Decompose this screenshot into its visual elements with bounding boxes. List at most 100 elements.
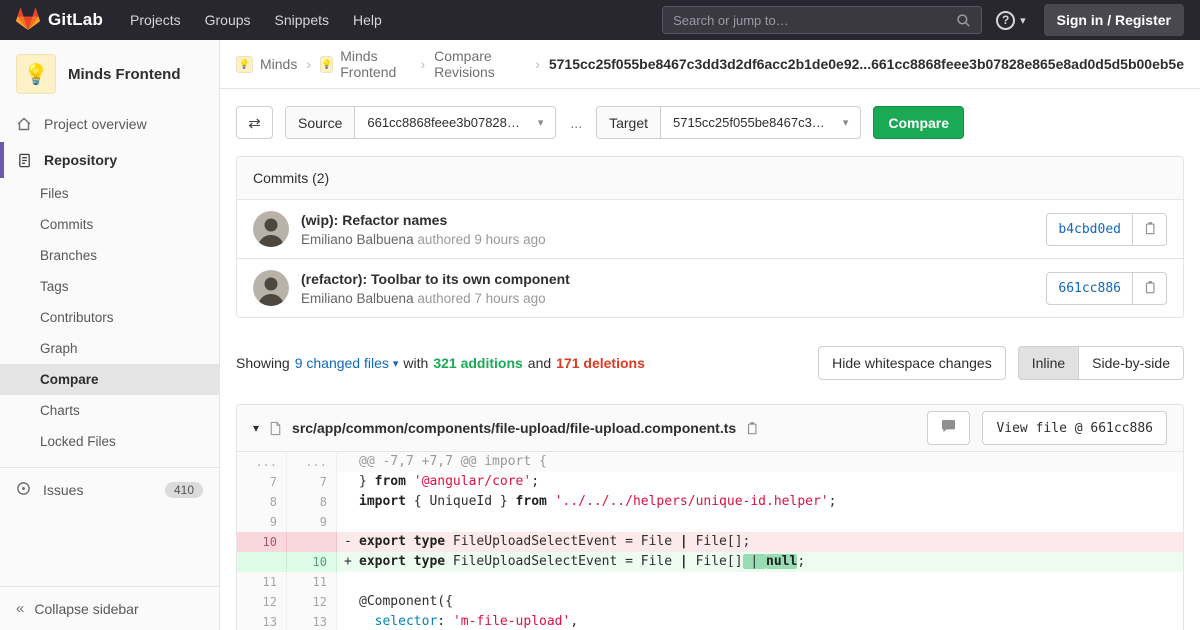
tanuki-icon — [16, 7, 40, 34]
sidebar-item-contributors[interactable]: Contributors — [0, 302, 219, 333]
changed-files-dropdown[interactable]: 9 changed files ▾ — [295, 355, 399, 371]
breadcrumb-project[interactable]: 💡 Minds Frontend — [320, 48, 411, 80]
target-ref-dropdown[interactable]: Target 5715cc25f055be8467c3… ▾ — [596, 106, 862, 139]
commits-panel-title: Commits (2) — [237, 157, 1183, 200]
comment-button[interactable] — [927, 411, 971, 445]
new-line-number[interactable]: 13 — [287, 612, 337, 630]
commit-authored-ago: authored 9 hours ago — [417, 231, 546, 247]
breadcrumb-section[interactable]: Compare Revisions — [434, 48, 526, 80]
new-line-number[interactable]: 9 — [287, 512, 337, 532]
collapse-label: Collapse sidebar — [34, 600, 139, 617]
inline-mode-button[interactable]: Inline — [1017, 346, 1080, 380]
old-line-number[interactable]: 12 — [237, 592, 287, 612]
commit-author-link[interactable]: Emiliano Balbuena — [301, 291, 414, 306]
source-label: Source — [286, 107, 356, 138]
new-line-number[interactable]: 7 — [287, 472, 337, 492]
project-crumb-avatar: 💡 — [320, 55, 334, 73]
copy-sha-button[interactable] — [1133, 271, 1167, 305]
sidebar-item-label: Repository — [44, 152, 118, 168]
diff-line-code: @@ -7,7 +7,7 @@ import { — [337, 452, 1183, 472]
commits-panel: Commits (2) (wip): Refactor names Emilian… — [236, 156, 1184, 318]
sidebar-item-locked-files[interactable]: Locked Files — [0, 426, 219, 457]
clipboard-icon — [1143, 280, 1157, 297]
sidebar-item-project-overview[interactable]: Project overview — [0, 106, 219, 142]
search-input[interactable] — [673, 12, 957, 28]
new-line-number[interactable]: ... — [287, 452, 337, 472]
new-line-number[interactable]: 8 — [287, 492, 337, 512]
commit-author-avatar[interactable] — [253, 211, 289, 247]
sidebar-item-tags[interactable]: Tags — [0, 271, 219, 302]
nav-item-snippets[interactable]: Snippets — [264, 6, 340, 34]
old-line-number[interactable]: 13 — [237, 612, 287, 630]
diff-line: 10 + export type FileUploadSelectEvent = F… — [237, 552, 1183, 572]
diff-line-code — [337, 512, 1183, 532]
compare-revisions-form: ⇄ Source 661cc8868feee3b07828… ▾ ... Tar… — [236, 106, 1184, 139]
new-line-number[interactable]: 11 — [287, 572, 337, 592]
swap-icon: ⇄ — [248, 114, 261, 132]
commit-sha-button[interactable]: 661cc886 — [1046, 271, 1133, 305]
deletions-count: 171 deletions — [556, 355, 645, 371]
help-dropdown[interactable]: ? ▾ — [996, 10, 1026, 30]
sidebar-item-compare[interactable]: Compare — [0, 364, 219, 395]
old-line-number[interactable]: 10 — [237, 532, 287, 552]
sidebar-item-commits[interactable]: Commits — [0, 209, 219, 240]
sidebar-item-branches[interactable]: Branches — [0, 240, 219, 271]
hide-whitespace-button[interactable]: Hide whitespace changes — [818, 346, 1006, 380]
sidebar-item-label: Issues — [43, 482, 84, 498]
breadcrumb-group[interactable]: 💡 Minds — [236, 55, 297, 73]
diff-file-path[interactable]: src/app/common/components/file-upload/fi… — [292, 420, 736, 436]
additions-count: 321 additions — [433, 355, 523, 371]
new-line-number[interactable] — [287, 532, 337, 552]
sidebar-item-graph[interactable]: Graph — [0, 333, 219, 364]
old-line-number[interactable] — [237, 552, 287, 572]
old-line-number[interactable]: ... — [237, 452, 287, 472]
commit-info: (refactor): Toolbar to its own component… — [301, 271, 570, 306]
diff-file-actions: View file @ 661cc886 — [927, 411, 1167, 445]
breadcrumb-separator: › — [535, 56, 540, 72]
source-ref-dropdown[interactable]: Source 661cc8868feee3b07828… ▾ — [285, 106, 557, 139]
breadcrumb-project-label: Minds Frontend — [340, 48, 397, 80]
nav-item-groups[interactable]: Groups — [194, 6, 262, 34]
nav-item-projects[interactable]: Projects — [119, 6, 192, 34]
commit-author-avatar[interactable] — [253, 270, 289, 306]
new-line-number[interactable]: 10 — [287, 552, 337, 572]
commit-sha-group: 661cc886 — [1046, 271, 1167, 305]
commit-meta: Emiliano Balbuena authored 9 hours ago — [301, 232, 546, 247]
diff-summary-bar: Showing 9 changed files ▾ with 321 addit… — [236, 346, 1184, 380]
commit-author-link[interactable]: Emiliano Balbuena — [301, 232, 414, 247]
side-by-side-mode-button[interactable]: Side-by-side — [1079, 346, 1184, 380]
breadcrumb-section-label: Compare Revisions — [434, 48, 495, 80]
commit-title-link[interactable]: (refactor): Toolbar to its own component — [301, 271, 570, 287]
sign-in-button[interactable]: Sign in / Register — [1043, 4, 1184, 36]
chevron-down-icon: ▾ — [842, 117, 849, 129]
old-line-number[interactable]: 7 — [237, 472, 287, 492]
new-line-number[interactable]: 12 — [287, 592, 337, 612]
collapse-diff-icon[interactable]: ▾ — [253, 421, 259, 435]
view-file-button[interactable]: View file @ 661cc886 — [982, 411, 1167, 445]
compare-button[interactable]: Compare — [873, 106, 965, 139]
commit-sha-button[interactable]: b4cbd0ed — [1046, 212, 1133, 246]
sidebar-item-repository[interactable]: Repository — [0, 142, 219, 178]
copy-path-icon[interactable] — [745, 421, 759, 435]
project-avatar: 💡 — [16, 54, 56, 94]
gitlab-logo[interactable]: GitLab — [16, 7, 103, 34]
nav-item-help[interactable]: Help — [342, 6, 393, 34]
global-search[interactable] — [662, 6, 983, 34]
with-label: with — [403, 355, 429, 371]
sidebar-item-charts[interactable]: Charts — [0, 395, 219, 426]
project-header[interactable]: 💡 Minds Frontend — [0, 40, 219, 106]
issues-icon — [16, 481, 31, 499]
swap-revisions-button[interactable]: ⇄ — [236, 106, 273, 139]
search-icon[interactable] — [956, 13, 971, 28]
question-icon: ? — [996, 10, 1016, 30]
copy-sha-button[interactable] — [1133, 212, 1167, 246]
diff-line-code — [337, 572, 1183, 592]
breadcrumb: 💡 Minds › 💡 Minds Frontend › Compare Rev… — [220, 40, 1200, 89]
old-line-number[interactable]: 8 — [237, 492, 287, 512]
old-line-number[interactable]: 9 — [237, 512, 287, 532]
sidebar-item-files[interactable]: Files — [0, 178, 219, 209]
sidebar-item-issues[interactable]: Issues 410 — [0, 468, 219, 512]
old-line-number[interactable]: 11 — [237, 572, 287, 592]
commit-title-link[interactable]: (wip): Refactor names — [301, 212, 546, 228]
collapse-sidebar-button[interactable]: « Collapse sidebar — [0, 586, 219, 630]
